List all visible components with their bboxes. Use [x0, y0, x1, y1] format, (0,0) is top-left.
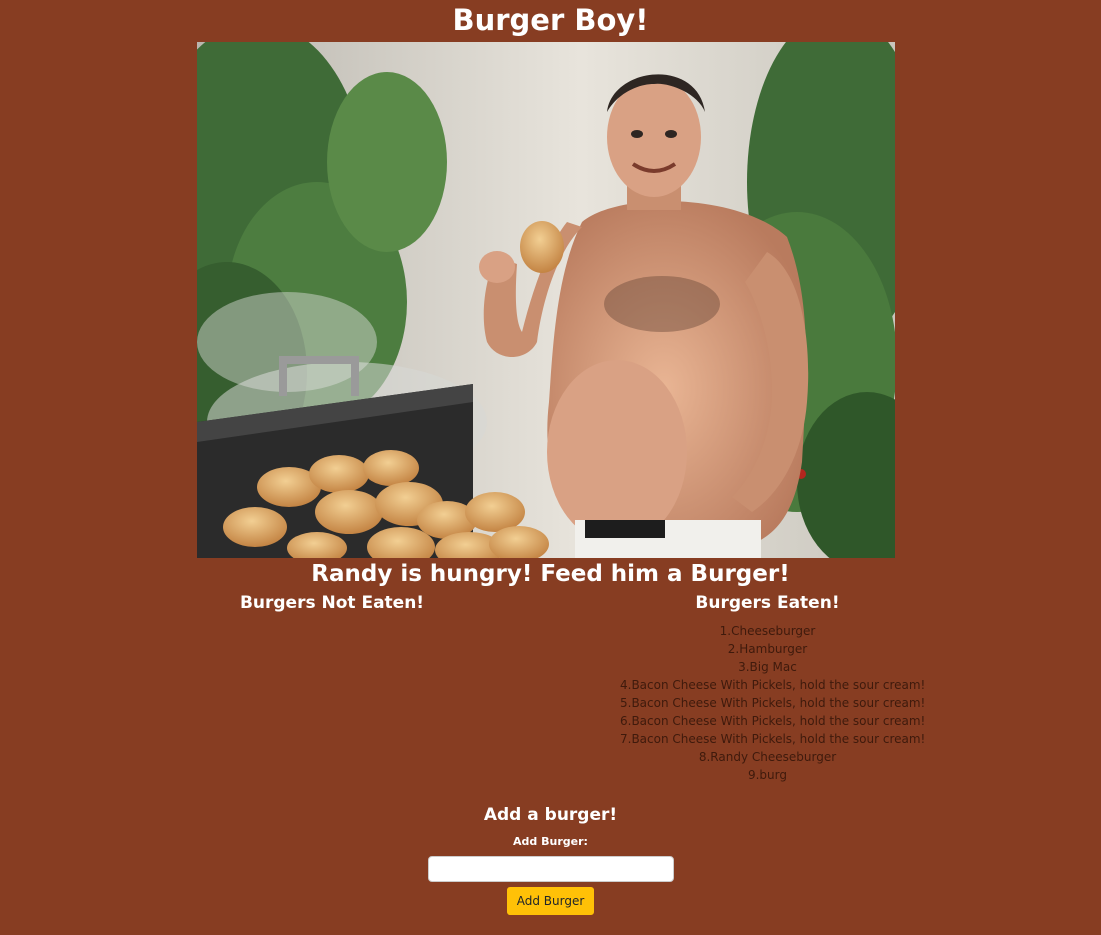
burgers-not-eaten-column: Burgers Not Eaten!: [197, 590, 467, 622]
eaten-burger-item: 4.Bacon Cheese With Pickels, hold the so…: [620, 678, 926, 692]
eaten-burger-item: 5.Bacon Cheese With Pickels, hold the so…: [620, 696, 926, 710]
burgers-eaten-list: 1.Cheeseburger 2.Hamburger 3.Big Mac 4.B…: [620, 622, 926, 784]
page-title: Burger Boy!: [452, 3, 649, 37]
eaten-burger-item: 7.Bacon Cheese With Pickels, hold the so…: [620, 732, 926, 746]
eaten-burger-item: 2.Hamburger: [727, 642, 808, 656]
eaten-burger-item: 8.Randy Cheeseburger: [698, 750, 837, 764]
subtitle: Randy is hungry! Feed him a Burger!: [311, 561, 790, 587]
add-burger-button[interactable]: Add Burger: [506, 887, 595, 915]
hero-image: [197, 42, 895, 558]
eaten-burger-item: 9.burg: [747, 768, 787, 782]
eaten-burger-item: 1.Cheeseburger: [719, 624, 816, 638]
add-burger-form: Add a burger! Add Burger: Add Burger: [0, 802, 1101, 915]
eaten-burger-item: 6.Bacon Cheese With Pickels, hold the so…: [620, 714, 926, 728]
add-burger-label: Add Burger:: [513, 835, 588, 848]
burger-name-input[interactable]: [427, 856, 674, 882]
burgers-not-eaten-heading: Burgers Not Eaten!: [239, 593, 425, 613]
add-burger-heading: Add a burger!: [483, 805, 618, 825]
burgers-eaten-column: Burgers Eaten! 1.Cheeseburger 2.Hamburge…: [620, 590, 926, 784]
eaten-burger-item: 3.Big Mac: [738, 660, 797, 674]
burgers-eaten-heading: Burgers Eaten!: [695, 593, 840, 613]
